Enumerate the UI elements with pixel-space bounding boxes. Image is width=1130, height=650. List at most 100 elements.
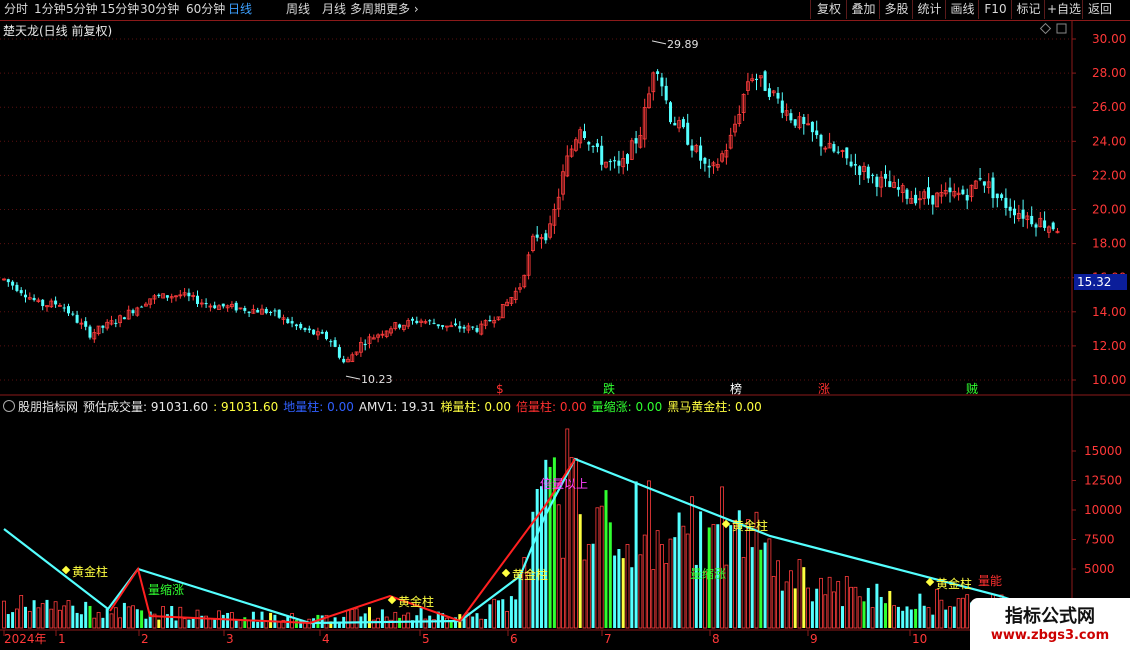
- candle-body: [140, 306, 144, 308]
- candle-body: [454, 323, 457, 326]
- volume-bar: [926, 607, 931, 629]
- candle-body: [656, 71, 660, 75]
- volume-bar: [853, 586, 858, 629]
- timeframe-tab-6[interactable]: 日线: [228, 1, 252, 18]
- price-axis-label: 30.00: [1092, 32, 1126, 46]
- volume-bar: [294, 620, 298, 628]
- volume-signal-label-5: 黄金柱: [732, 518, 768, 533]
- candle-body: [845, 147, 849, 159]
- toolbar-button-3[interactable]: 统计: [912, 0, 946, 19]
- volume-indicator-chart[interactable]: 15000125001000075005000黄金柱量缩涨黄金柱黄金柱倍量以上黄…: [0, 396, 1130, 650]
- volume-bar: [866, 587, 870, 628]
- volume-bar: [750, 547, 754, 628]
- volume-bar: [909, 609, 913, 628]
- candle-body: [307, 328, 311, 331]
- timeframe-tab-3[interactable]: 15分钟: [100, 1, 139, 18]
- timeframe-tab-4[interactable]: 30分钟: [140, 1, 179, 18]
- volume-signal-label-6: 量缩涨: [690, 566, 726, 581]
- candle-body: [789, 113, 793, 121]
- candle-body: [755, 78, 758, 81]
- volume-bar: [140, 610, 144, 628]
- volume-bar: [836, 581, 841, 629]
- volume-bar: [896, 606, 900, 628]
- volume-bar: [591, 543, 595, 628]
- candle-body: [982, 181, 986, 186]
- date-axis-label: 2: [141, 632, 149, 646]
- signal-label-2: 榜: [730, 381, 742, 396]
- candle-body: [849, 161, 853, 167]
- volume-bar: [243, 617, 247, 628]
- volume-bar: [75, 612, 79, 628]
- volume-bar: [759, 549, 763, 628]
- candle-body: [264, 308, 268, 314]
- volume-bar: [14, 608, 19, 629]
- volume-bar: [157, 619, 161, 628]
- volume-bar: [776, 560, 780, 629]
- timeframe-tab-7[interactable]: 周线: [286, 1, 310, 18]
- candle-body: [660, 77, 664, 87]
- toolbar-button-0[interactable]: 复权: [810, 0, 847, 19]
- volume-bar: [406, 612, 411, 629]
- volume-bar: [685, 533, 690, 629]
- candle-body: [329, 341, 333, 343]
- volume-bar: [690, 496, 694, 629]
- candle-body: [234, 302, 238, 311]
- candle-body: [333, 340, 337, 347]
- candle-body: [221, 303, 225, 307]
- toolbar: 分时 1分钟 5分钟 15分钟 30分钟 60分钟 日线 周线 月线 多周期 更多 › 复权 叠加 多股…: [0, 0, 1130, 21]
- volume-bar: [320, 615, 324, 628]
- volume-bar: [126, 606, 131, 629]
- timeframe-tab-10[interactable]: 更多 ›: [386, 1, 419, 18]
- candle-body: [995, 193, 999, 199]
- volume-bar: [350, 609, 355, 629]
- candle-body: [802, 116, 806, 125]
- toolbar-button-1[interactable]: 叠加: [846, 0, 880, 19]
- signal-label-4: 贼: [966, 381, 978, 396]
- timeframe-tab-2[interactable]: 5分钟: [66, 1, 98, 18]
- volume-bar: [914, 608, 918, 628]
- candle-body: [75, 314, 79, 323]
- volume-bar: [638, 554, 643, 629]
- volume-axis-label: 5000: [1084, 562, 1115, 576]
- volume-bar: [832, 591, 836, 629]
- price-axis-label: 28.00: [1092, 66, 1126, 80]
- volume-bar: [11, 612, 15, 628]
- volume-bar: [368, 607, 371, 628]
- volume-bar: [935, 588, 939, 629]
- timeframe-tab-8[interactable]: 月线: [322, 1, 346, 18]
- volume-bar: [604, 490, 608, 628]
- candlestick-chart[interactable]: 30.0028.0026.0024.0022.0020.0018.0016.00…: [0, 21, 1130, 396]
- candle-body: [54, 300, 58, 305]
- toolbar-button-7[interactable]: +自选: [1044, 0, 1083, 19]
- volume-bar: [118, 617, 122, 629]
- toolbar-button-2[interactable]: 多股: [879, 0, 913, 19]
- watermark-url: www.zbgs3.com: [990, 628, 1110, 643]
- toolbar-button-8[interactable]: 返回: [1082, 0, 1117, 19]
- volume-bar: [875, 583, 879, 628]
- volume-bar: [479, 618, 484, 629]
- candle-body: [84, 321, 88, 327]
- timeframe-tab-0[interactable]: 分时: [4, 1, 28, 18]
- candle-body: [471, 326, 475, 328]
- candle-body: [832, 144, 836, 152]
- candle-body: [1030, 215, 1034, 225]
- date-axis-label: 8: [712, 632, 720, 646]
- candle-body: [1004, 197, 1008, 208]
- volume-signal-label-2: 黄金柱: [398, 594, 434, 609]
- toolbar-button-6[interactable]: 标记: [1011, 0, 1045, 19]
- candle-body: [686, 122, 690, 145]
- toolbar-button-4[interactable]: 画线: [945, 0, 979, 19]
- volume-bar: [810, 601, 814, 628]
- volume-bar: [647, 480, 651, 629]
- volume-axis-label: 15000: [1084, 444, 1122, 458]
- volume-bar: [62, 605, 67, 629]
- volume-bar: [956, 598, 961, 629]
- volume-bar: [578, 514, 582, 628]
- candle-body: [428, 320, 432, 322]
- candle-body: [243, 307, 247, 311]
- timeframe-tab-5[interactable]: 60分钟: [186, 1, 225, 18]
- toolbar-button-5[interactable]: F10: [978, 0, 1012, 19]
- timeframe-tab-1[interactable]: 1分钟: [34, 1, 66, 18]
- timeframe-tab-9[interactable]: 多周期: [350, 1, 386, 18]
- volume-bar: [642, 534, 647, 629]
